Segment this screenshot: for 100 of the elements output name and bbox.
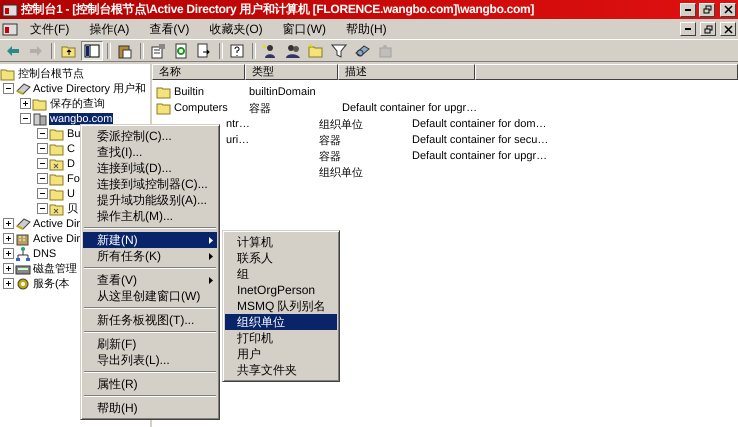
expander-icon[interactable] [3,233,14,244]
menu-item[interactable]: 联系人 [225,250,337,266]
app-icon [2,2,18,18]
tree-item[interactable]: 磁盘管理 [32,261,78,276]
menu-item[interactable]: 计算机 [225,234,337,250]
expander-icon[interactable] [37,158,48,169]
minimize-button[interactable] [680,2,696,16]
menu-item[interactable]: 刷新(F) [83,336,217,352]
tree-item[interactable]: D [66,158,76,170]
expander-icon[interactable] [3,278,14,289]
menu-item[interactable]: 新任务板视图(T)... [83,312,217,328]
menu-item[interactable]: 共享文件夹 [225,362,337,378]
table-cell: ntr… [226,118,250,130]
table-cell: Builtin [174,86,204,98]
expander-icon[interactable] [37,203,48,214]
submenu-arrow-icon [209,236,213,244]
expander-icon[interactable] [3,218,14,229]
tree-item[interactable]: 贝 [66,201,79,216]
restore-button[interactable] [699,2,715,16]
expander-icon[interactable] [3,83,14,94]
menu-item[interactable]: 组织单位 [225,314,337,330]
filter-icon [331,42,347,58]
table-cell: 容器 [319,134,341,146]
tree-item[interactable]: C [66,142,76,154]
expander-icon[interactable] [37,143,48,154]
expander-icon[interactable] [37,188,48,199]
expander-icon[interactable] [3,263,14,274]
menu-item[interactable]: 帮助(H) [83,400,217,416]
submenu-arrow-icon [209,276,213,284]
menu-item[interactable]: 新建(N) [83,232,217,248]
table-cell: Default container for secu… [412,134,548,146]
menu-item[interactable]: MSMQ 队列别名 [225,298,337,314]
expander-icon[interactable] [20,98,31,109]
close-button[interactable] [720,22,736,36]
table-cell: builtinDomain [249,86,316,98]
menu-item[interactable]: InetOrgPerson [225,282,337,298]
menu-item[interactable]: 查看(V) [141,20,198,38]
minimize-icon [685,28,691,30]
window-title: 控制台1 - [控制台根节点\Active Directory 用户和计算机 [FLORENCE.wangbo.com]\wangbo.com] [21,1,536,18]
tree-item[interactable]: 服务(本 [32,276,71,291]
restore-icon [704,24,712,34]
menu-item[interactable]: 用户 [225,346,337,362]
table-cell: Computers [174,102,228,114]
tree-item[interactable]: Active Dir [32,232,82,244]
menu-item[interactable]: 文件(F) [22,20,78,38]
column-header[interactable]: 描述 [338,64,475,80]
properties-icon [150,42,166,58]
menu-item[interactable]: 提升域功能级别(A)... [83,192,217,208]
tree-item[interactable]: U [66,188,76,200]
menu-item[interactable]: 打印机 [225,330,337,346]
column-header[interactable]: 类型 [245,64,338,80]
menu-item[interactable]: 连接到域(D)... [83,160,217,176]
menu-item[interactable]: 查看(V) [83,272,217,288]
app-icon[interactable] [2,21,18,37]
tree-item[interactable]: Bu [66,128,82,140]
tree-item[interactable]: 保存的查询 [49,96,106,111]
server-icon [32,110,48,126]
tree-item[interactable]: Active Directory 用户和 [32,81,148,96]
menu-item[interactable]: 窗口(W) [274,20,334,38]
tree-item[interactable]: DNS [32,248,58,260]
menu-item[interactable]: 委派控制(C)... [83,128,217,144]
toolbar-button[interactable] [81,40,103,60]
close-icon [724,24,732,34]
tree-item[interactable]: wangbo.com [49,112,114,124]
folder-icon [308,42,324,58]
close-button[interactable] [720,2,736,16]
close-icon [724,5,732,14]
menu-item[interactable]: 帮助(H) [338,20,395,38]
expander-icon[interactable] [3,248,14,259]
submenu-arrow-icon [209,252,213,260]
help-icon [229,42,245,58]
menu-item[interactable]: 组 [225,266,337,282]
table-cell: Default container for dom… [412,118,547,130]
minimize-button[interactable] [680,22,696,36]
table-cell: 组织单位 [319,118,363,130]
expander-icon[interactable] [37,173,48,184]
tree-item[interactable]: 控制台根节点 [17,66,85,81]
panes-icon [84,42,100,58]
table-cell: Default container for upgr… [342,102,478,114]
column-header[interactable]: 名称 [152,64,245,80]
menu-item[interactable]: 操作(A) [81,20,138,38]
menu-item[interactable]: 收藏夹(O) [201,20,271,38]
menu-item[interactable]: 操作主机(M)... [83,208,217,224]
menu-item[interactable]: 连接到域控制器(C)... [83,176,217,192]
export-icon [196,42,212,58]
table-cell: 容器 [319,150,341,162]
menu-item[interactable]: 所有任务(K) [83,248,217,264]
menu-item[interactable]: 属性(R) [83,376,217,392]
users-icon [285,42,301,58]
menu-item[interactable]: 导出列表(L)... [83,352,217,368]
table-cell: 组织单位 [319,166,363,178]
restore-button[interactable] [700,22,716,36]
expander-icon[interactable] [20,113,31,124]
clipboard-icon [117,42,133,58]
menu-item[interactable]: 查找(I)... [83,144,217,160]
tree-item[interactable]: Active Dir [32,218,82,230]
table-cell: uri… [226,134,250,146]
tree-item[interactable]: Fo [66,172,81,184]
menu-item[interactable]: 从这里创建窗口(W) [83,288,217,304]
expander-icon[interactable] [37,128,48,139]
